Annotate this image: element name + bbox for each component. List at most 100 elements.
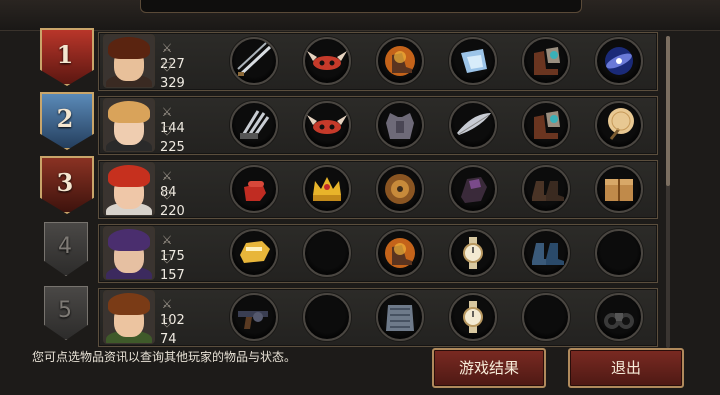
spiked-boots-icon [524, 39, 568, 83]
twin-swords-icon [232, 39, 276, 83]
rank-number: 5 [58, 298, 72, 323]
item-slot[interactable] [230, 37, 278, 85]
blue-boots-icon [524, 231, 568, 275]
defense-value: 329 [160, 76, 185, 91]
galaxy-orb-icon [597, 39, 641, 83]
item-slot[interactable] [595, 293, 643, 341]
flaming-boot-icon [378, 39, 422, 83]
item-slot[interactable] [303, 101, 351, 149]
crossed-swords-icon: ⚔ [161, 169, 173, 183]
rank-badge: 5 [36, 286, 94, 350]
shield-icon: ⛉ [162, 124, 172, 138]
item-slot[interactable] [230, 293, 278, 341]
crystal-shard-icon [451, 39, 495, 83]
defense-value: 220 [160, 204, 185, 219]
rank-number: 4 [58, 234, 72, 259]
winged-mask-icon [305, 103, 349, 147]
scrollbar-thumb[interactable] [666, 36, 670, 186]
defense-stat: ⛉ 329 [160, 59, 185, 91]
item-slot[interactable] [230, 229, 278, 277]
item-slot[interactable] [230, 165, 278, 213]
rank-badge: 1 [36, 28, 94, 92]
defense-stat: ⛉ 220 [160, 187, 185, 219]
empty-item-slot[interactable] [303, 293, 351, 341]
feather-blade-icon [451, 103, 495, 147]
round-shield-icon [378, 167, 422, 211]
item-slot[interactable] [449, 229, 497, 277]
item-slot[interactable] [376, 293, 424, 341]
item-slot[interactable] [230, 101, 278, 149]
empty-item-slot[interactable] [595, 229, 643, 277]
claw-blades-icon [232, 103, 276, 147]
wristwatch-icon [451, 295, 495, 339]
item-slot[interactable] [522, 165, 570, 213]
item-slot[interactable] [595, 37, 643, 85]
attack-stat: ⚔227 [160, 40, 185, 72]
item-slot[interactable] [449, 165, 497, 213]
defense-stat: ⛉ 225 [160, 123, 185, 155]
leather-boots-icon [524, 167, 568, 211]
item-slot[interactable] [376, 37, 424, 85]
item-slot[interactable] [303, 37, 351, 85]
shield-icon: ⛉ [162, 252, 172, 266]
red-fist-icon [232, 167, 276, 211]
defense-stat: ⛉ 157 [160, 251, 185, 283]
top-frame [0, 0, 720, 31]
binoculars-icon [597, 295, 641, 339]
rank-badge: 3 [36, 156, 94, 220]
item-slot[interactable] [522, 101, 570, 149]
revolver-icon [232, 295, 276, 339]
wristwatch-icon [451, 231, 495, 275]
top-frame-strip [140, 0, 582, 13]
attack-stat: ⚔175 [160, 232, 185, 264]
item-slot[interactable] [449, 101, 497, 149]
shield-icon: ⛉ [162, 188, 172, 202]
item-slot[interactable] [376, 229, 424, 277]
attack-stat: ⚔84 [160, 168, 178, 200]
wooden-crate-icon [597, 167, 641, 211]
spiked-boots-icon [524, 103, 568, 147]
item-slot[interactable] [595, 101, 643, 149]
player-avatar[interactable] [103, 226, 155, 280]
golden-fan-icon [597, 103, 641, 147]
item-slot[interactable] [303, 165, 351, 213]
player-avatar[interactable] [103, 98, 155, 152]
defense-stat: ⛉ 74 [160, 315, 178, 347]
player-avatar[interactable] [103, 290, 155, 344]
chainmail-icon [378, 295, 422, 339]
empty-item-slot[interactable] [303, 229, 351, 277]
item-slot[interactable] [449, 37, 497, 85]
item-slot[interactable] [376, 165, 424, 213]
armor-vest-icon [378, 103, 422, 147]
item-slot[interactable] [376, 101, 424, 149]
rank-number: 3 [56, 168, 74, 197]
defense-value: 157 [160, 268, 185, 283]
exit-button[interactable]: 退出 [568, 348, 684, 388]
flaming-boot-icon [378, 231, 422, 275]
rank-badge: 4 [36, 222, 94, 286]
empty-item-slot[interactable] [522, 293, 570, 341]
attack-stat: ⚔102 [160, 296, 185, 328]
item-slot[interactable] [595, 165, 643, 213]
crossed-swords-icon: ⚔ [161, 41, 173, 55]
golden-gauntlet-icon [232, 231, 276, 275]
crossed-swords-icon: ⚔ [161, 105, 173, 119]
shield-icon: ⛉ [162, 316, 172, 330]
rank-number: 2 [56, 104, 74, 133]
defense-value: 225 [160, 140, 185, 155]
info-tip: 您可点选物品资讯以查询其他玩家的物品与状态。 [32, 350, 297, 364]
crown-icon [305, 167, 349, 211]
rank-badge: 2 [36, 92, 94, 156]
item-slot[interactable] [522, 37, 570, 85]
player-avatar[interactable] [103, 162, 155, 216]
game-results-button[interactable]: 游戏结果 [432, 348, 546, 388]
attack-stat: ⚔144 [160, 104, 185, 136]
player-avatar[interactable] [103, 34, 155, 88]
defense-value: 74 [160, 332, 177, 347]
item-slot[interactable] [522, 229, 570, 277]
winged-mask-icon [305, 39, 349, 83]
shield-icon: ⛉ [162, 60, 172, 74]
item-slot[interactable] [449, 293, 497, 341]
crossed-swords-icon: ⚔ [161, 297, 173, 311]
rank-number: 1 [56, 40, 74, 69]
